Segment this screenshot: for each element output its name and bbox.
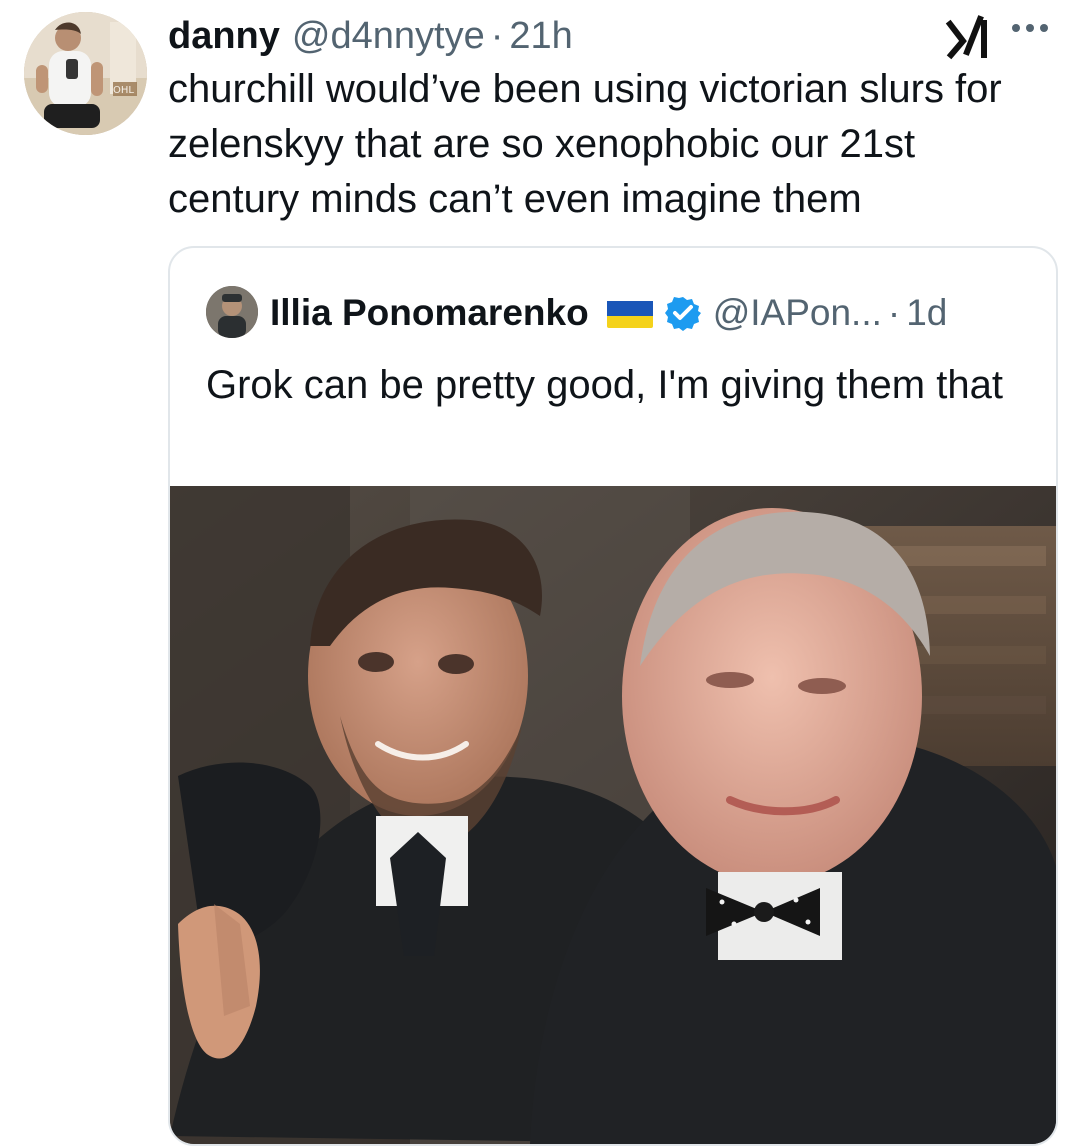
tweet-time[interactable]: 21h	[509, 17, 572, 55]
more-icon[interactable]	[1006, 18, 1054, 38]
grok-icon[interactable]	[942, 10, 992, 60]
avatar[interactable]: OHL	[24, 12, 147, 135]
quoted-image[interactable]	[170, 486, 1056, 1144]
author-handle[interactable]: @d4nnytye	[292, 17, 485, 55]
quoted-separator-dot: ·	[887, 292, 901, 333]
quoted-author-handle[interactable]: @IAPon...	[713, 292, 882, 334]
svg-text:OHL: OHL	[113, 85, 134, 96]
separator-dot: ·	[490, 15, 504, 57]
author-name[interactable]: danny	[168, 17, 280, 55]
quoted-tweet-time[interactable]: 1d	[906, 292, 947, 334]
ukraine-flag-icon	[606, 298, 653, 328]
verified-badge-icon	[664, 295, 701, 331]
tweet-header: danny @d4nnytye · 21h	[168, 6, 1050, 66]
tweet-text: churchill would’ve been using victorian …	[168, 67, 1002, 221]
quoted-author-name[interactable]: Illia Ponomarenko	[270, 292, 589, 334]
quoted-tweet-card[interactable]: Illia Ponomarenko @IAPon... · 1d Grok ca…	[168, 246, 1058, 1146]
quoted-avatar[interactable]	[206, 286, 258, 338]
quoted-tweet-header: Illia Ponomarenko @IAPon... · 1d	[270, 288, 947, 338]
quoted-tweet-text: Grok can be pretty good, I'm giving them…	[206, 363, 1003, 407]
